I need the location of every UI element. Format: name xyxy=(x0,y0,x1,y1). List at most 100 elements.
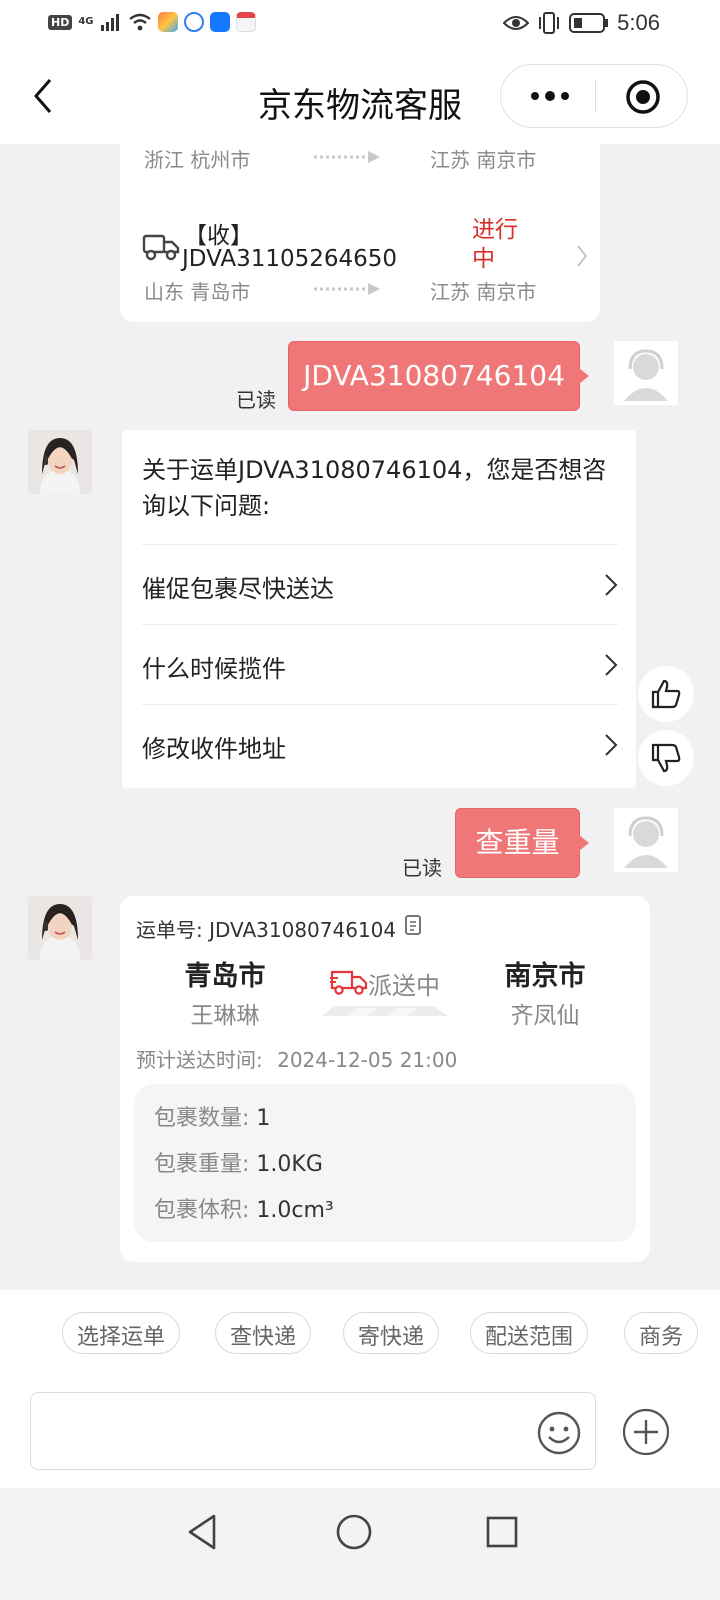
waybill-line: 运单号: JDVA31080746104 xyxy=(136,914,396,943)
chevron-right-icon xyxy=(605,734,618,756)
eye-icon xyxy=(503,16,530,30)
more-button[interactable] xyxy=(529,83,571,109)
eta-line: 预计送达时间: 2024-12-05 21:00 xyxy=(136,1044,457,1073)
waybill-number: JDVA31105264650 xyxy=(182,246,398,272)
bot-question-text: 关于运单JDVA31080746104，您是否想咨询以下问题: xyxy=(142,456,607,520)
status-bar: HD 4G 5:06 xyxy=(0,0,720,50)
vibrate-icon xyxy=(539,12,560,34)
input-area xyxy=(0,1376,720,1488)
option-label: 什么时候揽件 xyxy=(142,655,286,683)
package-weight-value: 1.0KG xyxy=(256,1152,323,1177)
package-volume-label: 包裹体积: xyxy=(154,1198,250,1223)
truck-icon xyxy=(142,234,180,261)
emoji-icon xyxy=(537,1411,581,1455)
network-type: 4G xyxy=(78,16,94,27)
package-count-label: 包裹数量: xyxy=(154,1106,250,1131)
system-navigation-bar xyxy=(0,1488,720,1600)
app-notify-icon-1 xyxy=(157,12,178,32)
nav-back-icon xyxy=(188,1514,216,1550)
thumbs-up-icon xyxy=(651,679,681,709)
waybill-label: 运单号: xyxy=(136,918,203,942)
emoji-button[interactable] xyxy=(536,1410,582,1456)
chevron-right-icon xyxy=(605,654,618,676)
read-receipt: 已读 xyxy=(402,856,442,880)
quick-reply-track[interactable]: 查快递 xyxy=(215,1312,312,1354)
more-actions-button[interactable] xyxy=(622,1408,670,1456)
delivery-status: 派送中 xyxy=(368,972,440,1000)
thumbs-up-button[interactable] xyxy=(638,666,694,722)
nav-home-icon xyxy=(336,1514,372,1550)
waybill-route-row-1: 浙江 杭州市 江苏 南京市 xyxy=(144,144,564,173)
plus-icon xyxy=(622,1408,670,1456)
package-count-row: 包裹数量: 1 xyxy=(154,1100,270,1132)
user-avatar-icon xyxy=(614,341,678,405)
eta-label: 预计送达时间: xyxy=(136,1048,263,1072)
destination-person: 齐凤仙 xyxy=(510,1003,580,1029)
nav-recents-button[interactable] xyxy=(480,1510,524,1554)
route-arrow-icon xyxy=(314,283,380,295)
agent-avatar xyxy=(28,896,92,960)
waybill-status: 进行中 xyxy=(472,217,518,272)
package-volume-value: 1.0cm³ xyxy=(256,1198,334,1223)
package-count-value: 1 xyxy=(256,1106,271,1131)
copy-icon[interactable] xyxy=(404,914,424,936)
route-destination: 江苏 南京市 xyxy=(430,280,537,304)
route-origin: 山东 青岛市 xyxy=(144,280,251,304)
miniprogram-capsule xyxy=(500,64,688,128)
agent-avatar-image xyxy=(28,896,92,960)
package-weight-row: 包裹重量: 1.0KG xyxy=(154,1146,323,1178)
nav-bar: 京东物流客服 xyxy=(0,50,720,144)
more-icon xyxy=(531,91,569,101)
waybill-label: 【收】 xyxy=(184,223,253,249)
battery-icon xyxy=(569,13,609,33)
route-arrow-icon xyxy=(314,151,380,163)
chevron-right-icon xyxy=(605,574,618,596)
clock: 5:06 xyxy=(617,10,660,35)
hd-tag: HD xyxy=(48,14,73,30)
waybill-list-card: 浙江 杭州市 江苏 南京市 【收】 JDVA31105264650 进行中 山东… xyxy=(120,144,600,322)
quick-reply-select-waybill[interactable]: 选择运单 xyxy=(62,1312,181,1354)
quick-reply-bar: 选择运单 查快递 寄快递 配送范围 商务 xyxy=(0,1290,720,1376)
route-progress-arrow xyxy=(322,1006,448,1016)
message-input[interactable] xyxy=(30,1392,596,1470)
app-notify-icon-3 xyxy=(209,12,230,32)
thumbs-down-button[interactable] xyxy=(638,730,694,786)
user-message-bubble[interactable]: JDVA31080746104 xyxy=(288,341,589,411)
route-origin: 浙江 杭州市 xyxy=(144,148,251,172)
close-miniprogram-button[interactable] xyxy=(625,79,661,115)
signal-icon xyxy=(100,14,119,31)
quick-reply-coverage[interactable]: 配送范围 xyxy=(470,1312,589,1354)
option-urge-delivery[interactable]: 催促包裹尽快送达 xyxy=(142,544,618,624)
option-pickup-time[interactable]: 什么时候揽件 xyxy=(142,624,618,704)
bot-question-card: 关于运单JDVA31080746104，您是否想咨询以下问题: 催促包裹尽快送达… xyxy=(122,430,636,788)
option-change-address[interactable]: 修改收件地址 xyxy=(142,704,618,784)
app-notify-icon-2 xyxy=(183,12,204,32)
package-weight-label: 包裹重量: xyxy=(154,1152,250,1177)
wifi-icon xyxy=(128,13,151,31)
user-message-bubble[interactable]: 查重量 xyxy=(455,808,589,878)
route-destination: 江苏 南京市 xyxy=(430,148,537,172)
waybill-number: JDVA31080746104 xyxy=(209,918,397,942)
user-avatar xyxy=(614,341,678,405)
read-receipt: 已读 xyxy=(236,388,276,412)
nav-back-button[interactable] xyxy=(180,1510,224,1554)
agent-avatar-image xyxy=(28,430,92,494)
tracking-card[interactable]: 运单号: JDVA31080746104 青岛市 王琳琳 派送中 南京市 齐凤仙… xyxy=(120,896,650,1262)
option-label: 催促包裹尽快送达 xyxy=(142,575,334,603)
package-volume-row: 包裹体积: 1.0cm³ xyxy=(154,1192,334,1224)
option-label: 修改收件地址 xyxy=(142,735,286,763)
eta-value: 2024-12-05 21:00 xyxy=(277,1048,458,1072)
capsule-divider xyxy=(595,81,596,113)
target-icon xyxy=(626,80,660,114)
chevron-right-icon xyxy=(577,245,588,267)
nav-home-button[interactable] xyxy=(332,1510,376,1554)
quick-reply-business[interactable]: 商务 xyxy=(624,1312,699,1354)
app-notify-icon-4 xyxy=(235,12,256,32)
origin-city: 青岛市 xyxy=(184,961,266,992)
origin-person: 王琳琳 xyxy=(190,1003,260,1029)
nav-recents-icon xyxy=(486,1516,518,1548)
quick-reply-send[interactable]: 寄快递 xyxy=(343,1312,440,1354)
user-avatar-icon xyxy=(614,808,678,872)
delivery-truck-icon xyxy=(330,970,368,995)
user-avatar xyxy=(614,808,678,872)
